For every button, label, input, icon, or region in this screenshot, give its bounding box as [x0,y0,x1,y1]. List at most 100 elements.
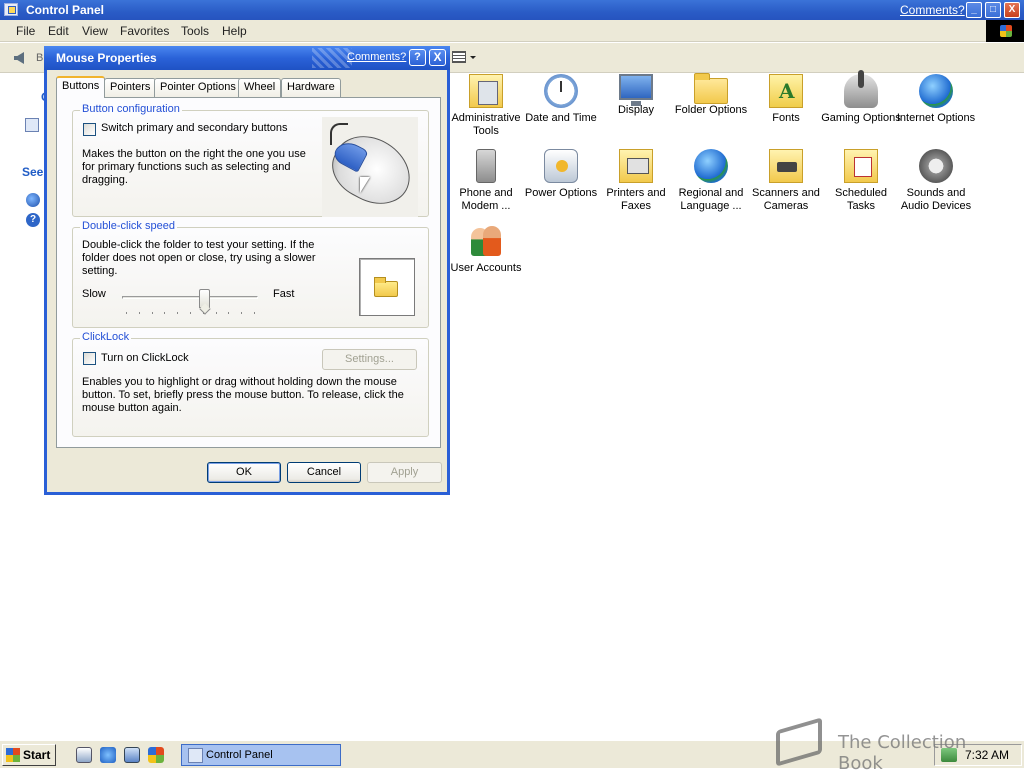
control-panel-item-label: Sounds and Audio Devices [900,187,972,212]
help-support-icon[interactable]: ? [26,213,40,227]
clicklock-label[interactable]: Turn on ClickLock [101,352,189,364]
control-panel-item[interactable]: Power Options [521,149,601,200]
tab-pointer-options[interactable]: Pointer Options [154,78,242,97]
ok-button[interactable]: OK [207,462,281,483]
slider-tick [202,312,204,314]
button-config-description: Makes the button on the right the one yo… [82,148,306,186]
fast-label: Fast [273,288,295,300]
mouse-properties-dialog: Mouse Properties Comments? ? X Buttons P… [44,46,450,495]
chevron-down-icon[interactable] [470,56,476,59]
switch-view-icon[interactable] [25,118,39,132]
control-panel-item[interactable]: Regional and Language ... [671,149,751,213]
control-panel-item[interactable]: Printers and Faxes [596,149,676,213]
speaker-icon [919,149,953,183]
control-panel-item[interactable]: Administrative Tools [446,74,526,138]
restore-button[interactable]: □ [985,2,1001,18]
clicklock-description: Enables you to highlight or drag without… [82,376,404,414]
control-panel-item[interactable]: Internet Options [896,74,976,125]
control-panel-item[interactable]: Scheduled Tasks [821,149,901,213]
slider-tick [126,312,127,314]
control-panel-item[interactable]: Date and Time [521,74,601,125]
tab-pointers[interactable]: Pointers [104,78,157,97]
test-area[interactable] [359,258,415,316]
dialog-titlebar[interactable]: Mouse Properties Comments? ? X [44,46,450,70]
comments-link[interactable]: Comments? [900,3,965,17]
tab-wheel[interactable]: Wheel [238,78,282,97]
tab-hardware[interactable]: Hardware [281,78,341,97]
back-arrow-icon[interactable] [14,52,24,64]
slider-tick [254,312,255,314]
scanner-icon [769,149,803,183]
buttons-tab-panel: Button configuration Switch primary and … [56,97,441,448]
control-panel-item-label: Folder Options [674,104,748,116]
control-panel-item[interactable]: Phone and Modem ... [446,149,526,213]
menu-tools[interactable]: Tools [181,24,209,38]
control-panel-item[interactable]: Scanners and Cameras [746,149,826,213]
control-panel-item-label: Regional and Language ... [678,187,744,212]
internet-explorer-icon[interactable] [100,747,116,763]
joystick-icon [844,70,878,108]
control-panel-item-label: Printers and Faxes [606,187,666,212]
help-icon[interactable]: ? [409,49,426,66]
minimize-button[interactable]: _ [966,2,982,18]
show-desktop-icon[interactable] [76,747,92,763]
scheduled-tasks-icon [844,149,878,183]
network-icon[interactable] [124,747,140,763]
menu-file[interactable]: File [16,24,35,38]
clicklock-settings-button[interactable]: Settings... [322,349,417,370]
control-panel-item-label: Gaming Options [821,112,901,124]
dialog-comments-link[interactable]: Comments? [347,51,406,63]
double-click-speed-group: Double-click speed Double-click the fold… [72,220,429,328]
switch-buttons-checkbox[interactable] [83,123,96,136]
control-panel-item[interactable]: Gaming Options [821,70,901,125]
control-panel-item-label: Internet Options [896,112,976,124]
menu-favorites[interactable]: Favorites [120,24,169,38]
double-click-description: Double-click the folder to test your set… [82,239,316,277]
clicklock-checkbox[interactable] [83,352,96,365]
control-panel-item-label: User Accounts [450,262,522,274]
display-icon [619,74,653,106]
clicklock-group: ClickLock Turn on ClickLock Settings... … [72,331,429,437]
close-button[interactable]: X [1004,2,1020,18]
back-button-label[interactable]: B [36,52,43,64]
slider-tick [177,312,179,314]
windows-update-icon[interactable] [26,193,40,207]
menu-view[interactable]: View [82,24,108,38]
start-button[interactable]: Start [2,744,56,766]
apply-button[interactable]: Apply [367,462,442,483]
taskbar-control-panel[interactable]: Control Panel [181,744,341,766]
watermark: The Collection Book [772,717,1012,774]
clock-icon [544,74,578,108]
admin-tools-icon [469,74,503,108]
views-icon[interactable] [452,51,466,63]
control-panel-item[interactable]: User Accounts [446,224,526,275]
cancel-button[interactable]: Cancel [287,462,361,483]
titlebar-pattern [312,48,352,68]
messenger-icon[interactable] [148,747,164,763]
control-panel-item[interactable]: Folder Options [671,73,751,117]
switch-buttons-label[interactable]: Switch primary and secondary buttons [101,122,287,134]
slider-thumb[interactable] [198,289,210,308]
control-panel-item-label: Scanners and Cameras [752,187,820,212]
dialog-close-icon[interactable]: X [429,49,446,66]
slider-tick [151,312,153,314]
menu-edit[interactable]: Edit [48,24,69,38]
slider-tick [190,312,191,314]
clicklock-legend: ClickLock [80,331,132,343]
menu-help[interactable]: Help [222,24,247,38]
menubar: File Edit View Favorites Tools Help [0,20,1024,42]
control-panel-item-label: Phone and Modem ... [459,187,513,212]
control-panel-item[interactable]: Sounds and Audio Devices [896,149,976,213]
control-panel-item[interactable]: Fonts [746,74,826,125]
slider-tick [228,312,230,314]
test-folder-icon[interactable] [374,277,398,297]
control-panel-item[interactable]: Display [596,74,676,117]
double-click-speed-slider[interactable] [122,296,258,299]
tab-buttons[interactable]: Buttons [56,76,106,98]
cursor-arrow-icon [360,177,370,193]
folder-options-icon [694,73,728,104]
control-panel-item-label: Scheduled Tasks [835,187,887,212]
button-configuration-legend: Button configuration [80,103,182,115]
dialog-title: Mouse Properties [56,51,157,65]
control-panel-titlebar[interactable]: Control Panel Comments? _ □ X [0,0,1024,20]
